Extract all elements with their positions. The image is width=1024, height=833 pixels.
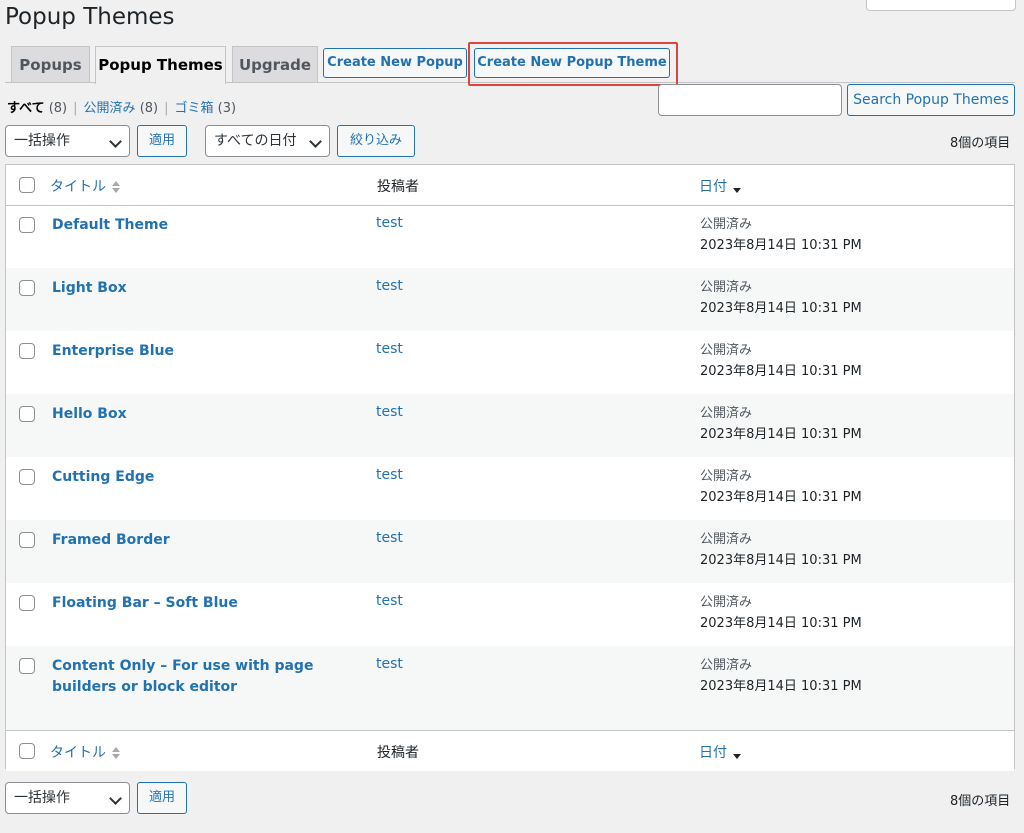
search-input[interactable] (658, 84, 842, 116)
filter-button[interactable]: 絞り込み (337, 125, 415, 157)
row-status: 公開済み 2023年8月14日 10:31 PM (700, 466, 862, 508)
filter-published[interactable]: 公開済み (84, 101, 136, 116)
screen-options-tab[interactable] (866, 0, 1016, 11)
row-checkbox[interactable] (19, 532, 35, 548)
create-new-popup-button[interactable]: Create New Popup (323, 48, 467, 78)
popup-themes-table: タイトル 投稿者 日付 Default Theme test 公開済み 2023年… (5, 164, 1015, 771)
row-title-link[interactable]: Framed Border (52, 530, 362, 551)
table-row: Cutting Edge test 公開済み 2023年8月14日 10:31 P… (6, 457, 1014, 520)
select-all-checkbox[interactable] (19, 177, 35, 193)
row-status: 公開済み 2023年8月14日 10:31 PM (700, 592, 862, 634)
row-author-link[interactable]: test (376, 467, 403, 483)
column-date-header[interactable]: 日付 (699, 176, 741, 196)
row-checkbox[interactable] (19, 658, 35, 674)
row-title-link[interactable]: Hello Box (52, 404, 362, 425)
table-row: Default Theme test 公開済み 2023年8月14日 10:31 … (6, 205, 1014, 268)
filter-published-count: (8) (139, 101, 159, 116)
bulk-action-select-bottom[interactable]: 一括操作 (5, 782, 130, 814)
column-title-footer[interactable]: タイトル (50, 742, 120, 762)
tab-popup-themes[interactable]: Popup Themes (95, 46, 226, 84)
table-row: Framed Border test 公開済み 2023年8月14日 10:31 … (6, 520, 1014, 583)
bulk-action-label: 一括操作 (14, 133, 70, 149)
row-checkbox[interactable] (19, 217, 35, 233)
bulk-action-label: 一括操作 (14, 790, 70, 806)
table-header: タイトル 投稿者 日付 (6, 165, 1014, 206)
bulk-action-select-top[interactable]: 一括操作 (5, 125, 130, 157)
item-count-top: 8個の項目 (950, 136, 1011, 151)
page-title: Popup Themes (5, 4, 175, 30)
row-checkbox[interactable] (19, 469, 35, 485)
sort-icon (112, 181, 120, 193)
row-checkbox[interactable] (19, 343, 35, 359)
row-checkbox[interactable] (19, 595, 35, 611)
row-status: 公開済み 2023年8月14日 10:31 PM (700, 655, 862, 697)
filter-all-count: (8) (48, 101, 68, 116)
item-count-bottom: 8個の項目 (950, 794, 1011, 809)
row-author-link[interactable]: test (376, 215, 403, 231)
sort-desc-icon (733, 181, 741, 193)
table-row: Hello Box test 公開済み 2023年8月14日 10:31 PM (6, 394, 1014, 457)
filter-trash-count: (3) (217, 101, 237, 116)
row-date: 2023年8月14日 10:31 PM (700, 490, 862, 505)
row-status: 公開済み 2023年8月14日 10:31 PM (700, 277, 862, 319)
row-date: 2023年8月14日 10:31 PM (700, 679, 862, 694)
row-title-link[interactable]: Content Only – For use with page builder… (52, 656, 362, 698)
chevron-down-icon (109, 135, 122, 148)
apply-button-top[interactable]: 適用 (137, 125, 187, 157)
column-author-header: 投稿者 (377, 179, 419, 195)
row-date: 2023年8月14日 10:31 PM (700, 427, 862, 442)
row-author-link[interactable]: test (376, 593, 403, 609)
row-status: 公開済み 2023年8月14日 10:31 PM (700, 214, 862, 256)
row-date: 2023年8月14日 10:31 PM (700, 301, 862, 316)
filter-trash[interactable]: ゴミ箱 (175, 101, 214, 116)
row-status: 公開済み 2023年8月14日 10:31 PM (700, 403, 862, 445)
row-date: 2023年8月14日 10:31 PM (700, 238, 862, 253)
row-date: 2023年8月14日 10:31 PM (700, 364, 862, 379)
sort-icon (112, 747, 120, 759)
row-title-link[interactable]: Default Theme (52, 215, 362, 236)
table-row: Light Box test 公開済み 2023年8月14日 10:31 PM (6, 268, 1014, 331)
search-popup-themes-button[interactable]: Search Popup Themes (847, 84, 1015, 116)
row-title-link[interactable]: Enterprise Blue (52, 341, 362, 362)
row-author-link[interactable]: test (376, 530, 403, 546)
row-author-link[interactable]: test (376, 341, 403, 357)
table-row: Enterprise Blue test 公開済み 2023年8月14日 10:3… (6, 331, 1014, 394)
row-status: 公開済み 2023年8月14日 10:31 PM (700, 340, 862, 382)
row-status: 公開済み 2023年8月14日 10:31 PM (700, 529, 862, 571)
row-date: 2023年8月14日 10:31 PM (700, 616, 862, 631)
column-date-footer[interactable]: 日付 (699, 742, 741, 762)
date-filter-select[interactable]: すべての日付 (205, 125, 330, 157)
table-row: Content Only – For use with page builder… (6, 646, 1014, 730)
row-author-link[interactable]: test (376, 404, 403, 420)
chevron-down-icon (109, 792, 122, 805)
row-checkbox[interactable] (19, 280, 35, 296)
row-author-link[interactable]: test (376, 278, 403, 294)
highlight-box (468, 42, 678, 86)
apply-button-bottom[interactable]: 適用 (137, 782, 187, 814)
row-checkbox[interactable] (19, 406, 35, 422)
column-title-header[interactable]: タイトル (50, 176, 120, 196)
select-all-checkbox-footer[interactable] (19, 743, 35, 759)
sort-desc-icon (733, 747, 741, 759)
status-filter-links: すべて (8) | 公開済み (8) | ゴミ箱 (3) (7, 101, 237, 116)
column-author-footer: 投稿者 (377, 745, 419, 761)
tab-upgrade[interactable]: Upgrade (232, 46, 318, 82)
table-footer: タイトル 投稿者 日付 (6, 730, 1014, 771)
date-filter-label: すべての日付 (214, 133, 297, 149)
row-title-link[interactable]: Light Box (52, 278, 362, 299)
chevron-down-icon (309, 135, 322, 148)
row-title-link[interactable]: Floating Bar – Soft Blue (52, 593, 362, 614)
row-date: 2023年8月14日 10:31 PM (700, 553, 862, 568)
row-author-link[interactable]: test (376, 656, 403, 672)
row-title-link[interactable]: Cutting Edge (52, 467, 362, 488)
table-row: Floating Bar – Soft Blue test 公開済み 2023年8… (6, 583, 1014, 646)
tab-popups[interactable]: Popups (11, 46, 90, 82)
filter-all[interactable]: すべて (7, 101, 45, 116)
